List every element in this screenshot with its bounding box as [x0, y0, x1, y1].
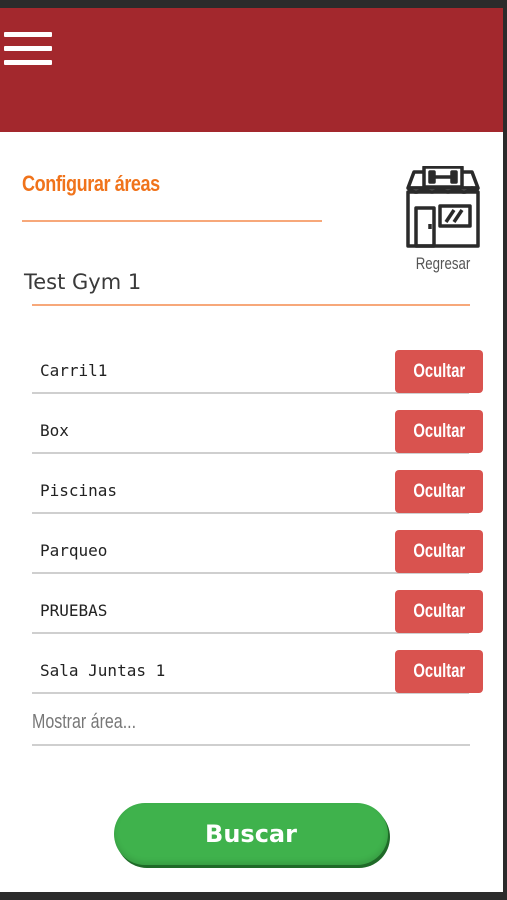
hide-button-label: Ocultar	[413, 480, 465, 502]
hide-button[interactable]: Ocultar	[395, 350, 483, 393]
hide-button[interactable]: Ocultar	[395, 410, 483, 453]
area-name: Parqueo	[40, 541, 108, 560]
app-screen: Configurar áreas Regresar Test Gym 1 Car…	[0, 8, 503, 892]
show-area-select[interactable]: Mostrar área...	[32, 704, 470, 746]
hide-button[interactable]: Ocultar	[395, 530, 483, 573]
area-name: PRUEBAS	[40, 601, 108, 620]
hide-button[interactable]: Ocultar	[395, 470, 483, 513]
hamburger-menu-icon[interactable]	[4, 32, 52, 70]
title-underline	[22, 220, 322, 222]
search-button-label: Buscar	[205, 820, 297, 848]
list-item: Parqueo Ocultar	[32, 514, 483, 574]
gym-name: Test Gym 1	[24, 270, 142, 294]
list-item: Carril1 Ocultar	[32, 334, 483, 394]
hide-button[interactable]: Ocultar	[395, 590, 483, 633]
area-list: Carril1 Ocultar Box Ocultar Piscinas Ocu…	[32, 334, 484, 694]
area-name: Box	[40, 421, 69, 440]
hide-button-label: Ocultar	[413, 600, 465, 622]
area-name: Carril1	[40, 361, 108, 380]
hide-button-label: Ocultar	[413, 420, 465, 442]
area-name: Piscinas	[40, 481, 118, 500]
list-item: Piscinas Ocultar	[32, 454, 483, 514]
search-button[interactable]: Buscar	[114, 803, 388, 865]
hide-button[interactable]: Ocultar	[395, 650, 483, 693]
area-name: Sala Juntas 1	[40, 661, 166, 680]
list-item: Box Ocultar	[32, 394, 483, 454]
top-bar	[0, 8, 503, 132]
list-item: PRUEBAS Ocultar	[32, 574, 483, 634]
hide-button-label: Ocultar	[413, 540, 465, 562]
back-label: Regresar	[415, 254, 471, 273]
gym-storefront-icon	[406, 166, 480, 248]
list-item: Sala Juntas 1 Ocultar	[32, 634, 483, 694]
back-button[interactable]: Regresar	[400, 166, 486, 276]
show-area-placeholder: Mostrar área...	[32, 711, 137, 733]
hide-button-label: Ocultar	[413, 660, 465, 682]
gym-name-underline	[32, 304, 470, 306]
section-title: Configurar áreas	[22, 171, 160, 196]
hide-button-label: Ocultar	[413, 360, 465, 382]
